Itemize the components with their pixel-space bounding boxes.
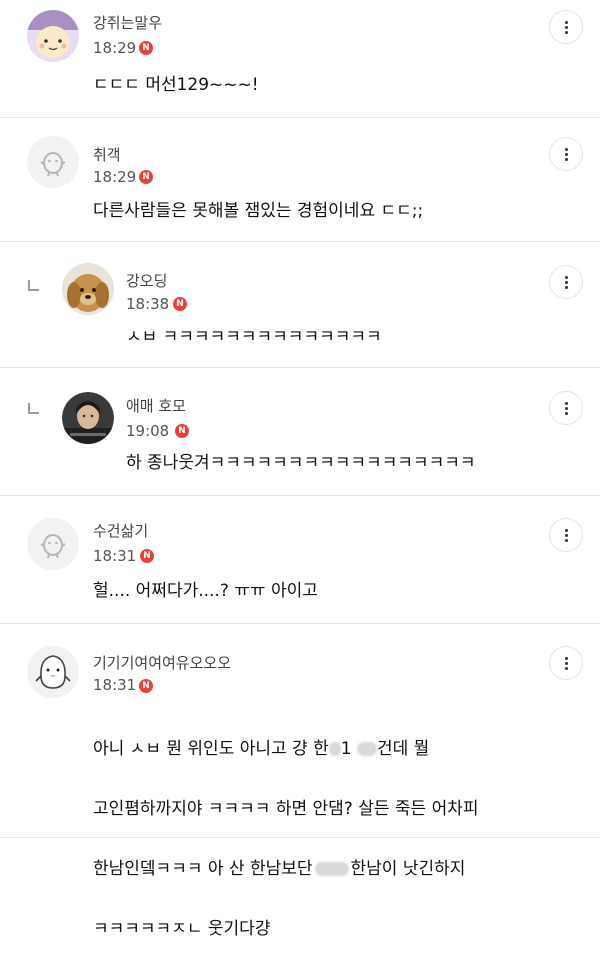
- comment-time: 18:38: [126, 295, 170, 313]
- comment-line: 고인폄하까지야 ㅋㅋㅋㅋ 하면 안댐? 살든 죽든 어차피: [93, 799, 479, 819]
- comment-text: ㄷㄷㄷ 머선129~~~!: [93, 75, 259, 95]
- more-dot-icon: [565, 276, 568, 279]
- new-badge: N: [140, 549, 154, 563]
- more-dot-icon: [565, 281, 568, 284]
- more-options-button[interactable]: [549, 391, 583, 425]
- blur-mark: [328, 742, 341, 756]
- more-dot-icon: [565, 158, 568, 161]
- dog-photo-icon: [62, 263, 114, 315]
- blur-mark: [356, 742, 377, 756]
- comment-author[interactable]: 강쥐는말우: [93, 12, 162, 33]
- more-dot-icon: [565, 21, 568, 24]
- more-dot-icon: [565, 534, 568, 537]
- more-options-button[interactable]: [549, 137, 583, 171]
- comment-text-segment: 한남인뎈ㅋㅋㅋ 아 산 한남보단: [93, 859, 313, 879]
- comment-text: 하 종나웃겨ㅋㅋㅋㅋㅋㅋㅋㅋㅋㅋㅋㅋㅋㅋㅋㅋㅋ: [126, 453, 476, 473]
- comment-text: 다른사람들은 못해볼 잼있는 경험이네요 ㄷㄷ;;: [93, 201, 424, 221]
- comment-text-segment: 1: [340, 739, 352, 759]
- more-dot-icon: [565, 407, 568, 410]
- comment-author[interactable]: 취객: [93, 144, 121, 165]
- more-options-button[interactable]: [549, 265, 583, 299]
- comment-item: 기기기여여여유오오오 18:31 N 아니 ㅅㅂ 뭔 위인도 아니고 걍 한 1 …: [0, 624, 600, 939]
- more-dot-icon: [565, 657, 568, 660]
- comment-text: ㅅㅂ ㅋㅋㅋㅋㅋㅋㅋㅋㅋㅋㅋㅋㅋㅋ: [126, 327, 382, 342]
- comment-line: ㅋㅋㅋㅋㅋㅈㄴ 웃기다걍: [93, 919, 271, 939]
- comment-text: 아니 ㅅㅂ 뭔 위인도 아니고 걍 한 1 건데 뭘 고인폄하까지야 ㅋㅋㅋㅋ 하…: [93, 704, 533, 974]
- comment-author[interactable]: 기기기여여여유오오오: [93, 652, 231, 673]
- comment-item: 수건삶기 18:31 N 헐.... 어쩌다가....? ㅠㅠ 아이고: [0, 496, 600, 624]
- more-options-button[interactable]: [549, 10, 583, 44]
- comment-time: 18:29: [93, 39, 137, 57]
- comment-time: 19:08: [126, 422, 170, 440]
- avatar[interactable]: [27, 10, 79, 62]
- new-badge: N: [139, 170, 153, 184]
- new-badge: N: [175, 424, 189, 438]
- reply-item: 강오딩 18:38 N ㅅㅂ ㅋㅋㅋㅋㅋㅋㅋㅋㅋㅋㅋㅋㅋㅋ: [0, 242, 600, 368]
- more-dot-icon: [565, 667, 568, 670]
- more-dot-icon: [565, 26, 568, 29]
- more-dot-icon: [565, 402, 568, 405]
- reply-item: 애매 호모 19:08 N 하 종나웃겨ㅋㅋㅋㅋㅋㅋㅋㅋㅋㅋㅋㅋㅋㅋㅋㅋㅋ: [0, 368, 600, 496]
- avatar[interactable]: [27, 646, 79, 698]
- comment-text-segment: 건데 뭘: [376, 739, 430, 759]
- reply-arrow-icon: [28, 280, 39, 291]
- more-dot-icon: [565, 412, 568, 415]
- more-dot-icon: [565, 286, 568, 289]
- avatar[interactable]: [27, 136, 79, 188]
- comment-author[interactable]: 수건삶기: [93, 520, 148, 541]
- more-options-button[interactable]: [549, 646, 583, 680]
- default-avatar-icon: [27, 518, 79, 570]
- comment-author[interactable]: 강오딩: [126, 270, 167, 291]
- new-badge: N: [173, 297, 187, 311]
- avatar[interactable]: [27, 518, 79, 570]
- more-dot-icon: [565, 31, 568, 34]
- comment-item: 취객 18:29 N 다른사람들은 못해볼 잼있는 경험이네요 ㄷㄷ;;: [0, 118, 600, 242]
- comment-text-segment: 아니 ㅅㅂ 뭔 위인도 아니고 걍 한: [93, 739, 329, 759]
- comment-item: 강쥐는말우 18:29 N ㄷㄷㄷ 머선129~~~!: [0, 0, 600, 118]
- more-dot-icon: [565, 662, 568, 665]
- character-avatar-icon: [27, 10, 79, 62]
- more-dot-icon: [565, 529, 568, 532]
- comment-time: 18:31: [93, 676, 137, 694]
- comment-text-segment: 한남이 낫긴하지: [350, 859, 466, 879]
- person-photo-icon: [62, 392, 114, 444]
- comment-line: 한남인뎈ㅋㅋㅋ 아 산 한남보단 한남이 낫긴하지: [93, 854, 533, 884]
- comment-time: 18:31: [93, 547, 137, 565]
- avatar[interactable]: [62, 392, 114, 444]
- reply-arrow-icon: [28, 403, 39, 414]
- new-badge: N: [139, 41, 153, 55]
- comment-author[interactable]: 애매 호모: [126, 395, 186, 416]
- penguin-avatar-icon: [27, 646, 79, 698]
- comment-time: 18:29: [93, 168, 137, 186]
- default-avatar-icon: [27, 136, 79, 188]
- more-dot-icon: [565, 148, 568, 151]
- blur-mark: [314, 862, 349, 876]
- new-badge: N: [139, 679, 153, 693]
- more-dot-icon: [565, 539, 568, 542]
- more-options-button[interactable]: [549, 518, 583, 552]
- comment-line: 아니 ㅅㅂ 뭔 위인도 아니고 걍 한 1 건데 뭘: [93, 734, 533, 764]
- comment-text: 헐.... 어쩌다가....? ㅠㅠ 아이고: [93, 581, 318, 601]
- avatar[interactable]: [62, 263, 114, 315]
- more-dot-icon: [565, 153, 568, 156]
